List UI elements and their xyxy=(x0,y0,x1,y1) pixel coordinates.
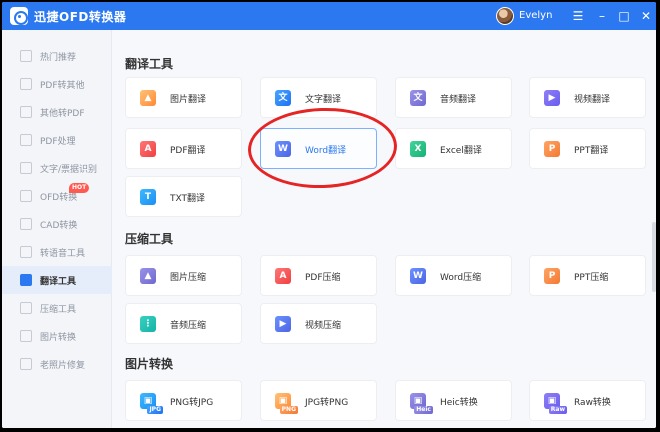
tool-heic-convert[interactable]: ▣ Heic Heic转换 xyxy=(395,380,512,421)
audio-compress-icon: ⋮ xyxy=(140,316,156,332)
user-avatar[interactable] xyxy=(496,7,514,25)
tool-word-translate[interactable]: W Word翻译 xyxy=(260,128,377,169)
png-to-jpg-icon: ▣ JPG xyxy=(140,393,163,414)
video-compress-icon: ▶ xyxy=(275,316,291,332)
tool-txt-translate[interactable]: T TXT翻译 xyxy=(125,176,242,217)
sidebar: 热门推荐 PDF转其他 其他转PDF PDF处理 文字/票据识别 OFD转换 HO… xyxy=(2,30,112,428)
minimize-icon[interactable]: – xyxy=(592,6,612,26)
text-icon: 文 xyxy=(275,90,291,106)
excel-icon: X xyxy=(410,141,426,157)
title-bar: 迅捷OFD转换器 Evelyn ☰ – □ ✕ xyxy=(2,2,656,30)
tool-raw-convert[interactable]: ▣ Raw Raw转换 xyxy=(529,380,646,421)
tool-jpg-to-png[interactable]: ▣ PNG JPG转PNG xyxy=(260,380,377,421)
app-logo-icon xyxy=(10,7,28,25)
tool-image-compress[interactable]: ▲ 图片压缩 xyxy=(125,255,242,296)
cad-icon xyxy=(20,218,32,230)
ppt-icon: P xyxy=(544,141,560,157)
raw-icon: ▣ Raw xyxy=(544,393,567,414)
star-icon xyxy=(20,50,32,62)
tool-video-compress[interactable]: ▶ 视频压缩 xyxy=(260,303,377,344)
sidebar-item-translate[interactable]: 翻译工具 xyxy=(2,266,112,294)
file-icon xyxy=(20,106,32,118)
sidebar-item-pdf-process[interactable]: PDF处理 xyxy=(2,126,112,154)
tool-excel-translate[interactable]: X Excel翻译 xyxy=(395,128,512,169)
tool-video-translate[interactable]: ▶ 视频翻译 xyxy=(529,77,646,118)
word-icon: W xyxy=(275,141,291,157)
sidebar-item-compress[interactable]: 压缩工具 xyxy=(2,294,112,322)
maximize-icon[interactable]: □ xyxy=(614,6,634,26)
ofd-icon xyxy=(20,190,32,202)
heic-badge: Heic xyxy=(414,406,433,414)
section-title-compress: 压缩工具 xyxy=(125,232,174,246)
sidebar-item-photo-repair[interactable]: 老照片修复 xyxy=(2,350,112,378)
tool-text-translate[interactable]: 文文字翻译 xyxy=(260,77,377,118)
tool-image-translate[interactable]: ▲ 图片翻译 xyxy=(125,77,242,118)
document-icon xyxy=(20,134,32,146)
pdf-icon xyxy=(20,78,32,90)
image-compress-icon: ▲ xyxy=(140,268,156,284)
sidebar-item-voice[interactable]: 转语音工具 xyxy=(2,238,112,266)
tool-ppt-compress[interactable]: P PPT压缩 xyxy=(529,255,646,296)
audio-icon xyxy=(20,246,32,258)
raw-badge: Raw xyxy=(548,406,567,414)
txt-icon: T xyxy=(140,189,156,205)
audio-icon: 文 xyxy=(410,90,426,106)
png-badge: PNG xyxy=(279,406,298,414)
image-icon: ▲ xyxy=(140,90,156,106)
app-title: 迅捷OFD转换器 xyxy=(34,10,127,24)
pdf-compress-icon: A xyxy=(275,268,291,284)
tool-pdf-translate[interactable]: A PDF翻译 xyxy=(125,128,242,169)
heic-icon: ▣ Heic xyxy=(410,393,433,414)
scan-icon xyxy=(20,162,32,174)
tool-audio-compress[interactable]: ⋮ 音频压缩 xyxy=(125,303,242,344)
sidebar-item-hot[interactable]: 热门推荐 xyxy=(2,42,112,70)
image-icon xyxy=(20,330,32,342)
photo-icon xyxy=(20,358,32,370)
sidebar-item-cad[interactable]: CAD转换 xyxy=(2,210,112,238)
main-content: 翻译工具 ▲ 图片翻译 文文字翻译 文音频翻译 ▶ 视频翻译 A PDF翻译 W Wor… xyxy=(112,30,656,428)
section-title-image: 图片转换 xyxy=(125,357,174,371)
menu-icon[interactable]: ☰ xyxy=(568,6,588,26)
tool-word-compress[interactable]: W Word压缩 xyxy=(395,255,512,296)
username[interactable]: Evelyn xyxy=(519,10,552,21)
tool-audio-translate[interactable]: 文音频翻译 xyxy=(395,77,512,118)
compress-icon xyxy=(20,302,32,314)
hot-badge: HOT xyxy=(69,183,90,193)
sidebar-item-image[interactable]: 图片转换 xyxy=(2,322,112,350)
sidebar-item-ocr[interactable]: 文字/票据识别 xyxy=(2,154,112,182)
sidebar-item-other-to-pdf[interactable]: 其他转PDF xyxy=(2,98,112,126)
section-title-translate: 翻译工具 xyxy=(125,57,174,71)
word-compress-icon: W xyxy=(410,268,426,284)
ppt-compress-icon: P xyxy=(544,268,560,284)
scrollbar[interactable] xyxy=(652,222,656,292)
sidebar-item-ofd[interactable]: OFD转换 HOT xyxy=(2,182,112,210)
jpg-badge: JPG xyxy=(147,406,163,414)
tool-ppt-translate[interactable]: P PPT翻译 xyxy=(529,128,646,169)
tool-png-to-jpg[interactable]: ▣ JPG PNG转JPG xyxy=(125,380,242,421)
pdf-icon: A xyxy=(140,141,156,157)
close-icon[interactable]: ✕ xyxy=(636,6,656,26)
tool-pdf-compress[interactable]: A PDF压缩 xyxy=(260,255,377,296)
app-window: 迅捷OFD转换器 Evelyn ☰ – □ ✕ 热门推荐 PDF转其他 其他转P… xyxy=(2,2,656,428)
video-icon: ▶ xyxy=(544,90,560,106)
sidebar-item-pdf-to-other[interactable]: PDF转其他 xyxy=(2,70,112,98)
translate-icon xyxy=(20,274,32,286)
jpg-to-png-icon: ▣ PNG xyxy=(275,393,298,414)
